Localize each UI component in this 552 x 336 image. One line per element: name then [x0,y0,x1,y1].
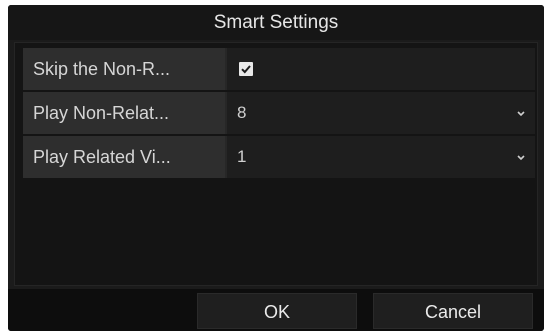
setting-row-play-related: Play Related Vi... 1 [23,136,535,178]
setting-label-play-non-related: Play Non-Relat... [23,92,225,134]
dialog-title: Smart Settings [8,5,544,40]
smart-settings-dialog: Smart Settings Skip the Non-R... Play No… [8,5,544,331]
setting-row-skip-non-related: Skip the Non-R... [23,48,535,90]
setting-row-play-non-related: Play Non-Relat... 8 [23,92,535,134]
settings-panel: Skip the Non-R... Play Non-Relat... 8 Pl… [14,42,538,286]
chevron-down-icon [517,111,525,117]
cancel-button[interactable]: Cancel [373,293,533,329]
play-non-related-select[interactable]: 8 [227,92,535,134]
checkmark-icon [241,65,251,74]
chevron-down-icon [517,155,525,161]
play-related-select[interactable]: 1 [227,136,535,178]
setting-value-skip-non-related [227,48,535,90]
skip-non-related-checkbox[interactable] [239,62,253,76]
setting-label-skip-non-related: Skip the Non-R... [23,48,225,90]
play-related-value: 1 [237,147,247,166]
play-non-related-value: 8 [237,103,247,122]
setting-label-play-related: Play Related Vi... [23,136,225,178]
dialog-footer: OK Cancel [8,289,544,331]
ok-button[interactable]: OK [197,293,357,329]
